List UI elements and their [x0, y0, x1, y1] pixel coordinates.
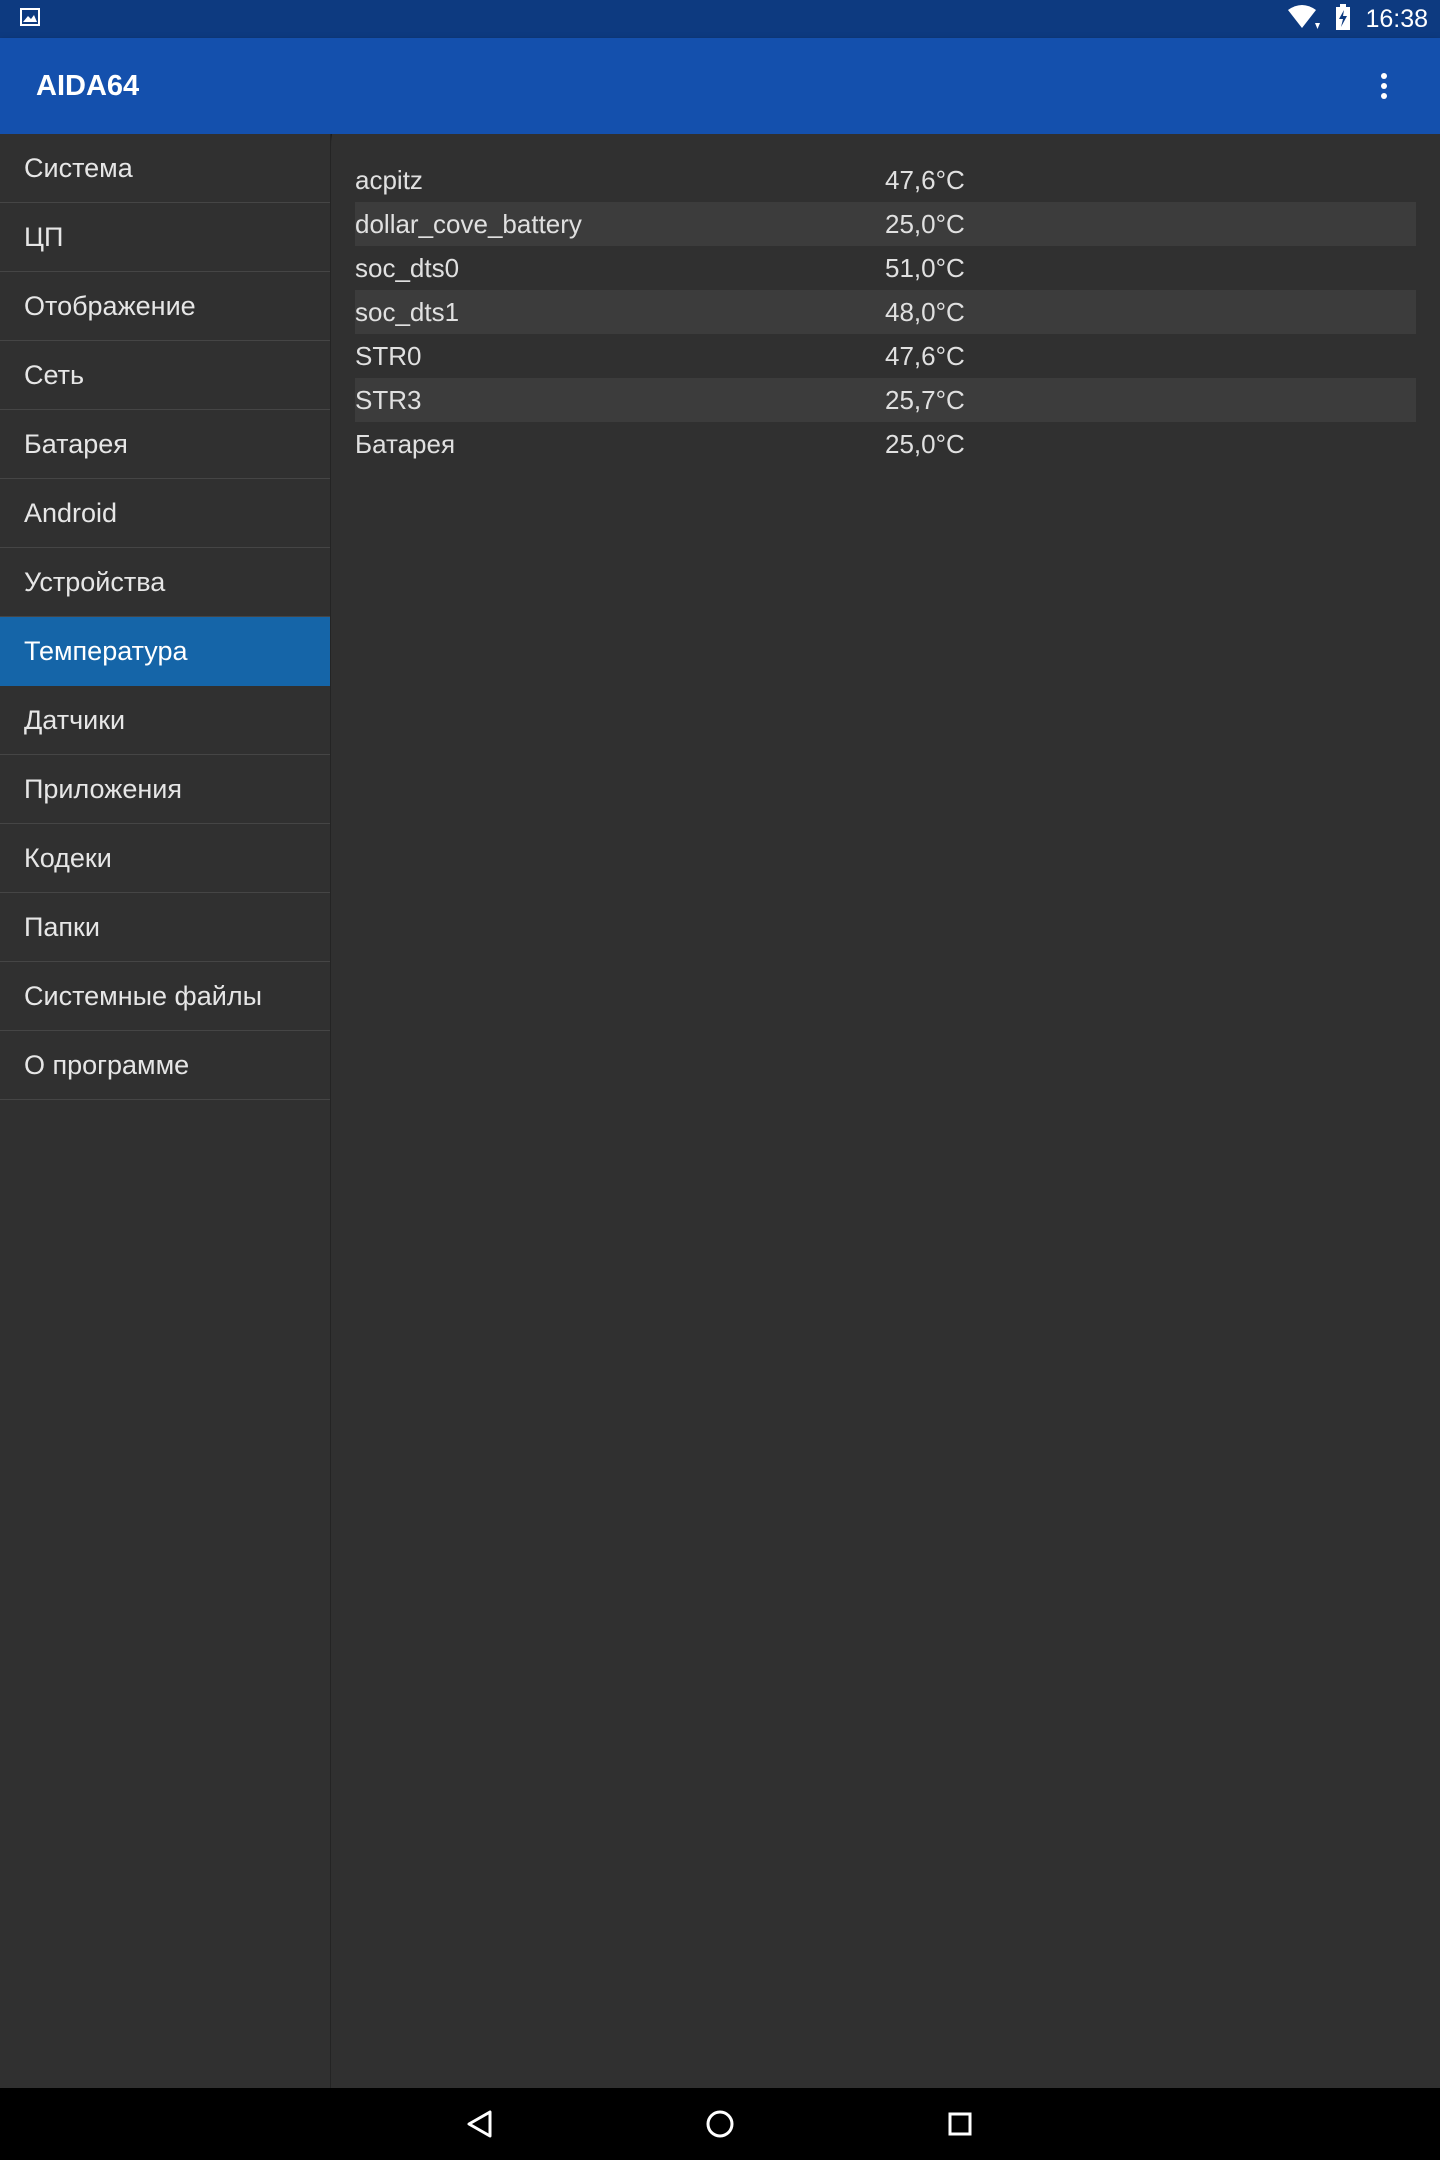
sidebar-item[interactable]: Сеть	[0, 341, 330, 410]
sensor-value: 47,6°C	[885, 164, 965, 195]
table-row: acpitz 47,6°C	[355, 158, 1416, 202]
overflow-menu-icon	[1381, 73, 1387, 99]
sidebar-item-label: Устройства	[24, 566, 166, 597]
sidebar-item[interactable]: Папки	[0, 893, 330, 962]
sidebar-item[interactable]: Датчики	[0, 686, 330, 755]
sidebar: Система ЦП Отображение Сеть Батарея Android Ус…	[0, 134, 331, 2088]
sensor-value: 25,0°C	[885, 428, 965, 459]
sensor-value: 25,0°C	[885, 208, 965, 239]
sidebar-item-label: Отображение	[24, 290, 196, 321]
back-button[interactable]	[455, 2099, 505, 2149]
app-bar: AIDA64	[0, 38, 1440, 134]
sidebar-item[interactable]: Устройства	[0, 548, 330, 617]
sensor-value: 25,7°C	[885, 384, 965, 415]
overflow-menu-button[interactable]	[1364, 56, 1404, 116]
sensor-name: soc_dts1	[355, 296, 460, 327]
sidebar-item-label: Папки	[24, 911, 100, 942]
sidebar-item[interactable]: Батарея	[0, 410, 330, 479]
sidebar-item-label: Приложения	[24, 773, 182, 804]
sidebar-item[interactable]: О программе	[0, 1031, 330, 1100]
sidebar-item[interactable]: Система	[0, 134, 330, 203]
table-row: Батарея 25,0°C	[355, 422, 1416, 466]
temperature-list: acpitz 47,6°C dollar_cove_battery 25,0°C soc…	[355, 158, 1416, 466]
sidebar-item-label: О программе	[24, 1049, 190, 1080]
sidebar-item-label: Кодеки	[24, 842, 112, 873]
sidebar-item-label: ЦП	[24, 221, 64, 252]
sidebar-item-label: Система	[24, 152, 133, 183]
home-button[interactable]	[695, 2099, 745, 2149]
sensor-name: acpitz	[355, 164, 423, 195]
sensor-value: 47,6°C	[885, 340, 965, 371]
sidebar-item[interactable]: Android	[0, 479, 330, 548]
sidebar-item-label: Сеть	[24, 359, 85, 390]
sensor-name: soc_dts0	[355, 252, 460, 283]
sensor-name: STR3	[355, 384, 422, 415]
sensor-value: 51,0°C	[885, 252, 965, 283]
sidebar-item[interactable]: ЦП	[0, 203, 330, 272]
table-row: STR3 25,7°C	[355, 378, 1416, 422]
app-title: AIDA64	[36, 69, 140, 102]
sidebar-item[interactable]: Температура	[0, 617, 330, 686]
sidebar-item-label: Батарея	[24, 428, 128, 459]
recents-icon	[948, 2112, 972, 2136]
status-bar: 16:38	[0, 0, 1440, 38]
sidebar-item[interactable]: Системные файлы	[0, 962, 330, 1031]
sensor-name: dollar_cove_battery	[355, 208, 582, 239]
sensor-name: STR0	[355, 340, 422, 371]
table-row: STR0 47,6°C	[355, 334, 1416, 378]
sidebar-item[interactable]: Отображение	[0, 272, 330, 341]
table-row: soc_dts0 51,0°C	[355, 246, 1416, 290]
sensor-value: 48,0°C	[885, 296, 965, 327]
back-icon	[467, 2110, 492, 2138]
sidebar-item-label: Температура	[24, 635, 188, 666]
status-time: 16:38	[1365, 4, 1428, 33]
wifi-icon	[1287, 4, 1321, 35]
sidebar-item-label: Android	[24, 497, 118, 528]
sensor-name: Батарея	[355, 428, 456, 459]
sidebar-item[interactable]: Приложения	[0, 755, 330, 824]
sidebar-item-label: Датчики	[24, 704, 126, 735]
home-icon	[706, 2110, 734, 2138]
sidebar-item[interactable]: Кодеки	[0, 824, 330, 893]
table-row: soc_dts1 48,0°C	[355, 290, 1416, 334]
temperature-panel: acpitz 47,6°C dollar_cove_battery 25,0°C soc…	[332, 134, 1440, 2088]
navigation-bar	[0, 2088, 1440, 2160]
image-notification-icon	[20, 7, 40, 31]
table-row: dollar_cove_battery 25,0°C	[355, 202, 1416, 246]
sidebar-item-label: Системные файлы	[24, 980, 263, 1011]
battery-charging-icon	[1335, 3, 1351, 35]
recents-button[interactable]	[935, 2099, 985, 2149]
